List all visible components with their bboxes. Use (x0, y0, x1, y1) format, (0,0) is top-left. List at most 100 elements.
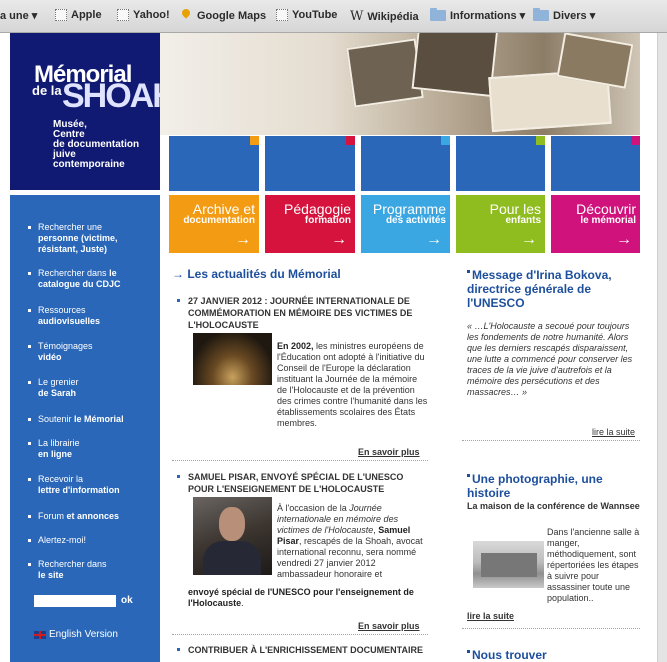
tile-corner (631, 136, 640, 145)
category-subtitle: le mémorial (580, 215, 636, 226)
nav-text: Rechercher une (38, 222, 103, 232)
bullet-square-icon (467, 270, 470, 273)
bookmark-label: Google Maps (197, 10, 267, 22)
article-text-bold: envoyé spécial de l'UNESCO pour l'enseig… (188, 587, 414, 608)
message-bokova-title[interactable]: Message d'Irina Bokova, directrice génér… (467, 268, 647, 310)
nav-text-bold: en ligne (38, 449, 73, 459)
sidebar-item-librairie[interactable]: La librairie en ligne (28, 438, 158, 460)
nav-text: Rechercher dans (38, 268, 107, 278)
category-subtitle: formation (304, 215, 351, 226)
page-icon (276, 9, 288, 21)
tile-corner (441, 136, 450, 145)
bookmark-label: Yahoo! (133, 9, 170, 21)
search-ok-button[interactable]: ok (121, 595, 133, 606)
lire-la-suite-link[interactable]: lire la suite (467, 611, 514, 621)
scrollbar-track[interactable] (657, 33, 667, 662)
nav-text: La librairie (38, 438, 80, 448)
sidebar-item-alertez[interactable]: Alertez-moi! (28, 535, 158, 546)
bookmark-item-tab-menu[interactable]: a une ▾ (0, 9, 37, 22)
nous-trouver-title[interactable]: Nous trouver (467, 648, 647, 662)
nav-text-bold: le site (38, 570, 64, 580)
category-decouvrir[interactable]: Découvrir le mémorial → (551, 195, 640, 253)
article-title-contribuer[interactable]: CONTRIBUER À L'ENRICHISSEMENT DOCUMENTAI… (177, 644, 424, 656)
news-section-label: Les actualités du Mémorial (187, 267, 341, 281)
portrait-face (219, 507, 245, 541)
article-thumbnail-memorial[interactable] (193, 333, 272, 385)
article-lead: En 2002, (277, 341, 314, 351)
category-subtitle: documentation (183, 215, 255, 226)
bookmark-folder-divers[interactable]: Divers ▾ (533, 8, 596, 22)
photo-text: Dans l'ancienne salle à manger, méthodiq… (547, 527, 640, 603)
nav-text: Le grenier (38, 377, 79, 387)
lire-la-suite-link[interactable]: lire la suite (592, 427, 635, 437)
nav-text: Soutenir (38, 414, 72, 424)
sidebar-item-ressources[interactable]: Ressources audiovisuelles (28, 305, 158, 327)
article-separator (172, 460, 428, 461)
tile-corner (250, 136, 259, 145)
arrow-right-icon: → (616, 231, 632, 248)
sidebar-item-lettre[interactable]: Recevoir la lettre d'information (28, 474, 158, 496)
article-text: À l'occasion de la (277, 503, 350, 513)
arrow-right-icon: → (235, 231, 251, 248)
category-subtitle: des activités (385, 215, 446, 226)
sidebar-item-grenier[interactable]: Le grenier de Sarah (28, 377, 158, 399)
memorial-logo[interactable]: Mémorial de la SHOAH Musée, Centre de do… (10, 33, 177, 190)
photo-histoire-title[interactable]: Une photographie, une histoire (467, 472, 647, 500)
find-title-text: Nous trouver (472, 648, 547, 662)
en-savoir-plus-link[interactable]: En savoir plus (358, 621, 420, 631)
bookmark-label: YouTube (292, 9, 338, 21)
bookmark-item-yahoo[interactable]: Yahoo! (117, 9, 170, 21)
sidebar-item-soutenir[interactable]: Soutenir le Mémorial (28, 414, 158, 425)
bookmark-label: Wikipédia (367, 10, 419, 23)
category-enfants[interactable]: Pour les enfants → (456, 195, 545, 253)
page-icon (117, 9, 129, 21)
bookmark-item-google-maps[interactable]: Google Maps (181, 9, 266, 23)
bookmark-item-wikipedia[interactable]: W Wikipédia (350, 9, 419, 24)
site-search-input[interactable] (34, 595, 116, 607)
bookmark-item-youtube[interactable]: YouTube (276, 9, 337, 21)
arrow-right-icon: → (172, 267, 184, 281)
photo-title-text: Une photographie, une histoire (467, 472, 603, 500)
arrow-right-icon: → (426, 231, 442, 248)
bullet-square-icon (467, 474, 470, 477)
sidebar-nav: Rechercher une personne (victime, résist… (10, 195, 160, 662)
house-shape (481, 553, 537, 577)
nav-text: Ressources (38, 305, 86, 315)
arrow-right-icon: → (521, 231, 537, 248)
article-title-pisar[interactable]: SAMUEL PISAR, ENVOYÉ SPÉCIAL DE L'UNESCO… (177, 471, 424, 495)
category-programme[interactable]: Programme des activités → (361, 195, 450, 253)
sidebar-item-rechercher-personne[interactable]: Rechercher une personne (victime, résist… (28, 222, 158, 255)
article-thumbnail-pisar[interactable] (193, 497, 272, 575)
nav-text-bold: le Mémorial (74, 414, 124, 424)
nav-text: Témoignages (38, 341, 93, 351)
en-savoir-plus-link[interactable]: En savoir plus (358, 447, 420, 457)
nav-text-bold: vidéo (38, 352, 62, 362)
article-title-journee[interactable]: 27 JANVIER 2012 : JOURNÉE INTERNATIONALE… (177, 295, 424, 331)
page-icon (55, 9, 67, 21)
tile-corner (536, 136, 545, 145)
tile-corner (346, 136, 355, 145)
article-body-journee: En 2002, les ministres européens de l'Éd… (277, 341, 429, 429)
article-body-pisar-tail: envoyé spécial de l'UNESCO pour l'enseig… (188, 587, 428, 609)
photo-subtitle: La maison de la conférence de Wannsee (467, 501, 640, 511)
banner-tile (551, 135, 640, 191)
news-section-title: → Les actualités du Mémorial (172, 267, 341, 281)
category-pedagogie[interactable]: Pédagogie formation → (265, 195, 355, 253)
sidebar-item-catalogue[interactable]: Rechercher dans le catalogue du CDJC (28, 268, 158, 290)
sidebar-item-temoignages[interactable]: Témoignages vidéo (28, 341, 158, 363)
nav-text: Alertez-moi! (38, 535, 87, 545)
sidebar-item-forum[interactable]: Forum et annonces (28, 511, 158, 522)
logo-line-2: de la (32, 83, 62, 98)
category-archive[interactable]: Archive et documentation → (169, 195, 259, 253)
bookmark-item-apple[interactable]: Apple (55, 9, 102, 21)
bookmark-label: a une ▾ (0, 10, 38, 22)
sidebar-item-rechercher-site[interactable]: Rechercher dans le site (28, 559, 158, 581)
article-text: . (241, 598, 244, 608)
bookmark-label: Divers ▾ (553, 10, 596, 22)
bookmark-folder-informations[interactable]: Informations ▾ (430, 8, 525, 22)
wannsee-photo-thumbnail[interactable] (473, 541, 544, 588)
folder-icon (533, 8, 549, 21)
english-version-link[interactable]: English Version (34, 629, 118, 640)
logo-subtitle-line: contemporaine (53, 159, 125, 170)
nav-text: Rechercher dans (38, 559, 107, 569)
